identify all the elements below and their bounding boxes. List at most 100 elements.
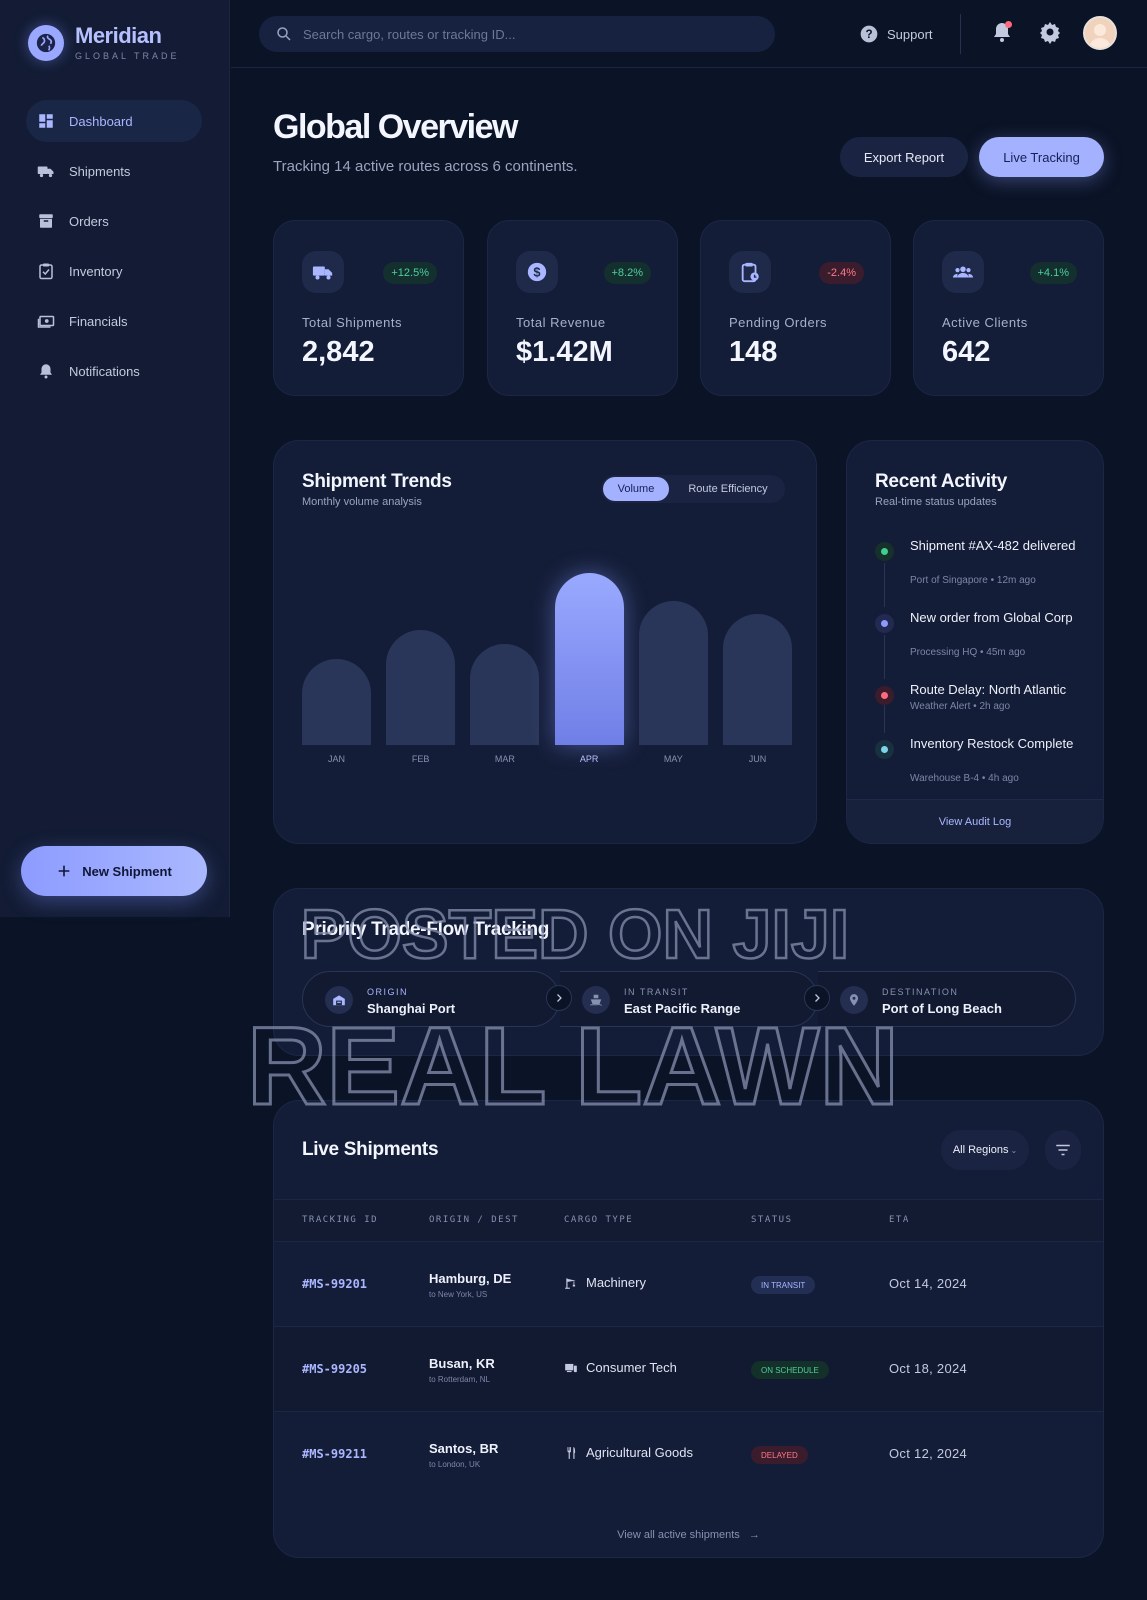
avatar[interactable] [1083,16,1117,50]
live-tracking-button[interactable]: Live Tracking [979,137,1104,177]
table-header: TRACKING ID ORIGIN / DEST CARGO TYPE STA… [274,1199,1103,1241]
flow-step-label: ORIGIN [367,987,409,997]
chart-bar-feb[interactable] [386,630,456,745]
clipboard-check-icon [39,263,53,280]
column-header: STATUS [751,1215,793,1225]
fork-knife-icon [567,1446,576,1459]
chart-mode-toggle: Volume Route Efficiency [601,475,785,503]
eta-date: Oct 12, 2024 [889,1446,968,1461]
chart-tick-label: FEB [411,754,430,764]
stat-card-clients: +4.1% Active Clients 642 [913,220,1104,396]
stat-icon-box [302,251,344,293]
stat-icon-box [729,251,771,293]
origin-city: Santos, BR [429,1441,499,1456]
topbar-divider [960,14,961,54]
toggle-volume[interactable]: Volume [603,477,669,501]
view-all-shipments-link[interactable]: View all active shipments → [274,1529,1103,1541]
table-row[interactable]: #MS-99211 Santos, BR to London, UK Agric… [274,1411,1103,1529]
region-filter-select[interactable]: All Regions ⌄ [941,1130,1029,1170]
sidebar-item-label: Orders [69,213,109,229]
cargo-type: Machinery [564,1275,646,1290]
stat-change-badge: -2.4% [819,262,864,284]
flow-step-label: DESTINATION [882,987,959,997]
chart-bar-mar[interactable] [470,644,540,745]
settings-button[interactable] [1038,20,1062,44]
stat-card-shipments: +12.5% Total Shipments 2,842 [273,220,464,396]
warehouse-icon [325,986,353,1014]
chart-tick-label: APR [579,754,599,764]
chart-bar-apr[interactable] [554,573,624,745]
column-header: CARGO TYPE [564,1215,634,1225]
sidebar: Meridian GLOBAL TRADE Dashboard Shipment… [0,0,230,917]
timeline-connector [884,635,885,679]
eta-date: Oct 18, 2024 [889,1361,968,1376]
truck-icon [37,166,54,178]
notifications-button[interactable] [990,20,1014,44]
column-header: ORIGIN / DEST [429,1215,519,1225]
flow-step-value: Port of Long Beach [882,1001,1002,1016]
table-row[interactable]: #MS-99205 Busan, KR to Rotterdam, NL Con… [274,1326,1103,1411]
dollar-icon: $ [527,262,547,282]
chevron-right-icon [546,985,572,1011]
toggle-route-efficiency[interactable]: Route Efficiency [673,477,783,501]
activity-meta: Port of Singapore • 12m ago [910,575,1036,586]
view-audit-log-link[interactable]: View Audit Log [847,799,1103,843]
chart-bar-jan[interactable] [302,659,371,745]
stat-change-badge: +12.5% [383,262,437,284]
shipment-trends-card: Shipment Trends Monthly volume analysis … [273,440,817,844]
cash-icon [37,315,55,328]
column-header: ETA [889,1215,910,1225]
cargo-label: Agricultural Goods [586,1445,693,1460]
chevron-right-icon [804,985,830,1011]
stat-value: 2,842 [302,336,375,368]
page-subtitle: Tracking 14 active routes across 6 conti… [273,158,578,175]
support-label: Support [887,26,933,42]
recent-activity-card: Recent Activity Real-time status updates… [846,440,1104,844]
activity-meta: Warehouse B-4 • 4h ago [910,773,1019,784]
tracking-id[interactable]: #MS-99211 [302,1447,367,1461]
support-link[interactable]: ? Support [859,24,933,44]
sidebar-item-financials[interactable]: Financials [26,300,202,342]
brand-tagline: GLOBAL TRADE [75,51,180,61]
svg-text:$: $ [533,265,540,280]
activity-title: Shipment #AX-482 delivered [910,538,1076,553]
sidebar-item-inventory[interactable]: Inventory [26,250,202,292]
chart-bar-may[interactable] [638,601,708,745]
cargo-label: Machinery [586,1275,646,1290]
location-pin-icon [840,986,868,1014]
sidebar-item-notifications[interactable]: Notifications [26,350,202,392]
tracking-id[interactable]: #MS-99201 [302,1277,367,1291]
sidebar-item-shipments[interactable]: Shipments [26,150,202,192]
flow-step-transit[interactable]: IN TRANSIT East Pacific Range [560,971,818,1027]
activity-meta: Processing HQ • 45m ago [910,647,1026,658]
status-dot [875,542,894,561]
new-shipment-button[interactable]: New Shipment [21,846,207,896]
crane-icon [565,1277,576,1289]
cargo-label: Consumer Tech [586,1360,677,1375]
sidebar-item-orders[interactable]: Orders [26,200,202,242]
flow-step-origin[interactable]: ORIGIN Shanghai Port [302,971,560,1027]
topbar: ? Support [231,0,1147,68]
search-input[interactable] [303,26,743,42]
column-header: TRACKING ID [302,1215,379,1225]
flow-step-destination[interactable]: DESTINATION Port of Long Beach [818,971,1076,1027]
region-filter-label: All Regions [952,1144,1009,1156]
stat-value: 148 [729,336,778,368]
status-dot [875,614,894,633]
status-dot [875,686,894,705]
arrow-right-icon: → [748,1529,760,1541]
sidebar-item-dashboard[interactable]: Dashboard [26,100,202,142]
bar-chart [302,573,792,745]
export-report-button[interactable]: Export Report [840,137,968,177]
chart-bar-jun[interactable] [723,614,792,745]
filter-button[interactable] [1045,1130,1081,1170]
card-subtitle: Monthly volume analysis [302,496,422,508]
tracking-id[interactable]: #MS-99205 [302,1362,367,1376]
brand[interactable]: Meridian GLOBAL TRADE [28,24,180,61]
eta-date: Oct 14, 2024 [889,1276,968,1291]
table-row[interactable]: #MS-99201 Hamburg, DE to New York, US Ma… [274,1241,1103,1326]
card-title: Live Shipments [302,1139,439,1160]
globe-logo-icon [28,24,64,61]
stat-label: Total Revenue [516,315,606,330]
search-bar[interactable] [259,16,775,52]
